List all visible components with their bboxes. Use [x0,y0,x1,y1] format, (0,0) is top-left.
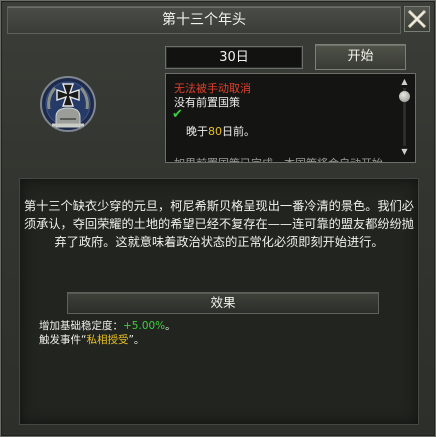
close-icon [408,10,426,28]
no-prerequisite-text: 没有前置国策 [174,96,240,109]
event-effect: 触发事件“私相授受”。 [39,332,144,347]
close-button[interactable] [404,6,430,32]
event-suffix: ”。 [128,334,145,346]
title-bar: 第十三个年头 [7,6,401,34]
focus-emblem-icon [40,76,96,132]
window-title: 第十三个年头 [162,12,246,28]
scroll-up-arrow-icon[interactable]: ▲ [399,77,410,87]
focus-window: 第十三个年头 30日 开始 无法被手动取消 没有前置国策 ✔ 晚于80日前。 如… [0,0,436,437]
date-requirement-days: 80 [208,125,222,138]
duration-field: 30日 [165,46,303,69]
requirements-scrollbar[interactable]: ▲ ▼ [399,77,410,157]
date-requirement-prefix: 晚于 [186,125,208,138]
start-button[interactable]: 开始 [315,44,406,70]
checkmark-icon: ✔ [172,107,183,122]
stability-value: +5.00% [123,320,166,332]
effects-header-button[interactable]: 效果 [67,292,379,314]
event-prefix: 触发事件“ [39,334,87,346]
cut-off-text: 如果前置国策已完成，本国策将会自动开始 [174,155,383,162]
stability-end: 。 [165,320,176,332]
stability-label: 增加基础稳定度： [39,320,123,332]
scroll-down-arrow-icon[interactable]: ▼ [399,147,410,157]
focus-description: 第十三个缺衣少穿的元旦，柯尼希斯贝格呈现出一番冷清的景色。我们必须承认，夺回荣耀… [24,199,414,249]
scroll-thumb[interactable] [399,91,410,102]
date-requirement: 晚于80日前。 [186,123,255,139]
date-requirement-suffix: 日前。 [222,125,255,138]
requirements-panel: 无法被手动取消 没有前置国策 ✔ 晚于80日前。 如果前置国策已完成，本国策将会… [165,73,416,163]
event-name-link[interactable]: 私相授受 [86,334,128,346]
stability-effect: 增加基础稳定度：+5.00%。 [39,318,176,333]
